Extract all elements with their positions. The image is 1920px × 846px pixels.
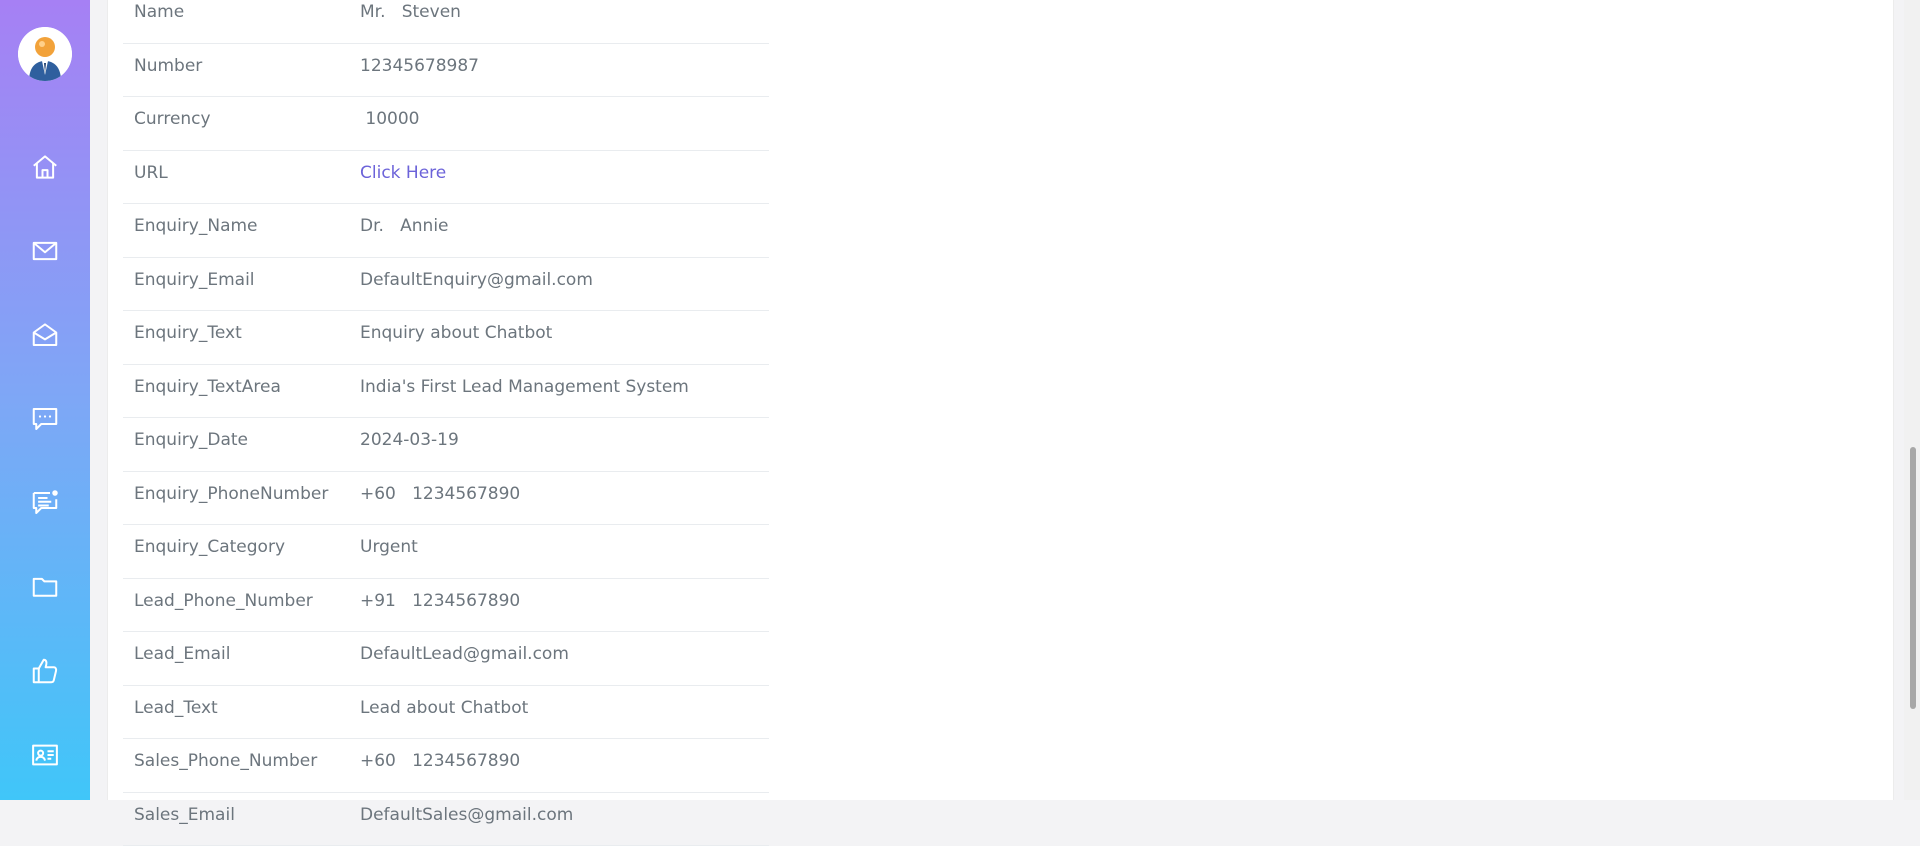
detail-value: +91 1234567890 xyxy=(360,591,520,611)
detail-value: +60 1234567890 xyxy=(360,484,520,504)
detail-label: Enquiry_Category xyxy=(134,537,285,557)
detail-value: DefaultLead@gmail.com xyxy=(360,644,569,664)
detail-value: Urgent xyxy=(360,537,418,557)
main-content: Name Mr. Steven Number 12345678987 Currency … xyxy=(107,0,1894,800)
scrollbar-thumb[interactable] xyxy=(1910,447,1916,709)
detail-label: Enquiry_PhoneNumber xyxy=(134,484,328,504)
user-avatar-icon[interactable] xyxy=(18,27,72,81)
detail-row: Enquiry_PhoneNumber +60 1234567890 xyxy=(123,472,769,526)
detail-value: India's First Lead Management System xyxy=(360,377,689,397)
detail-row: URL Click Here xyxy=(123,151,769,205)
detail-value: 12345678987 xyxy=(360,56,479,76)
detail-row: Enquiry_Category Urgent xyxy=(123,525,769,579)
detail-label: Sales_Email xyxy=(134,805,235,825)
detail-value: Dr. Annie xyxy=(360,216,449,236)
detail-label: Enquiry_TextArea xyxy=(134,377,281,397)
mail-icon xyxy=(30,236,60,266)
url-link[interactable]: Click Here xyxy=(360,163,446,183)
chat-notification-icon xyxy=(30,488,60,518)
detail-value: DefaultEnquiry@gmail.com xyxy=(360,270,593,290)
detail-row: Lead_Phone_Number +91 1234567890 xyxy=(123,579,769,633)
detail-row: Enquiry_Email DefaultEnquiry@gmail.com xyxy=(123,258,769,312)
detail-row: Lead_Email DefaultLead@gmail.com xyxy=(123,632,769,686)
chat-icon xyxy=(30,404,60,434)
detail-label: Lead_Text xyxy=(134,698,218,718)
detail-row: Enquiry_Name Dr. Annie xyxy=(123,204,769,258)
detail-row: Enquiry_TextArea India's First Lead Manag… xyxy=(123,365,769,419)
detail-label: URL xyxy=(134,163,168,183)
detail-label: Enquiry_Text xyxy=(134,323,242,343)
detail-row: Sales_Phone_Number +60 1234567890 xyxy=(123,739,769,793)
contact-card-icon xyxy=(30,740,60,770)
home-icon xyxy=(30,152,60,182)
sidebar-item-contact-card[interactable] xyxy=(27,737,63,773)
detail-row: Enquiry_Text Enquiry about Chatbot xyxy=(123,311,769,365)
detail-label: Lead_Email xyxy=(134,644,231,664)
open-mail-icon xyxy=(30,320,60,350)
detail-row: Sales_Email DefaultSales@gmail.com xyxy=(123,793,769,846)
detail-label: Name xyxy=(134,2,184,22)
detail-label: Number xyxy=(134,56,202,76)
sidebar-item-like[interactable] xyxy=(27,653,63,689)
detail-row: Currency 10000 xyxy=(123,97,769,151)
thumbs-up-icon xyxy=(30,656,60,686)
sidebar-item-mail[interactable] xyxy=(27,233,63,269)
detail-row: Lead_Text Lead about Chatbot xyxy=(123,686,769,740)
sidebar-item-home[interactable] xyxy=(27,149,63,185)
sidebar-item-folder[interactable] xyxy=(27,569,63,605)
detail-value: Enquiry about Chatbot xyxy=(360,323,552,343)
detail-value: Mr. Steven xyxy=(360,2,461,22)
sidebar-item-open-mail[interactable] xyxy=(27,317,63,353)
sidebar-item-chat[interactable] xyxy=(27,401,63,437)
detail-label: Enquiry_Name xyxy=(134,216,258,236)
detail-label: Enquiry_Date xyxy=(134,430,248,450)
detail-row: Name Mr. Steven xyxy=(123,0,769,44)
detail-label: Enquiry_Email xyxy=(134,270,255,290)
folder-icon xyxy=(30,572,60,602)
sidebar xyxy=(0,0,90,800)
detail-row: Number 12345678987 xyxy=(123,44,769,98)
detail-value: DefaultSales@gmail.com xyxy=(360,805,573,825)
sidebar-item-notification-chat[interactable] xyxy=(27,485,63,521)
detail-value: Lead about Chatbot xyxy=(360,698,528,718)
detail-value: 2024-03-19 xyxy=(360,430,459,450)
detail-value: +60 1234567890 xyxy=(360,751,520,771)
detail-label: Sales_Phone_Number xyxy=(134,751,317,771)
details-table: Name Mr. Steven Number 12345678987 Currency … xyxy=(123,0,769,846)
detail-label: Lead_Phone_Number xyxy=(134,591,313,611)
detail-label: Currency xyxy=(134,109,211,129)
detail-value: 10000 xyxy=(360,109,419,129)
detail-row: Enquiry_Date 2024-03-19 xyxy=(123,418,769,472)
